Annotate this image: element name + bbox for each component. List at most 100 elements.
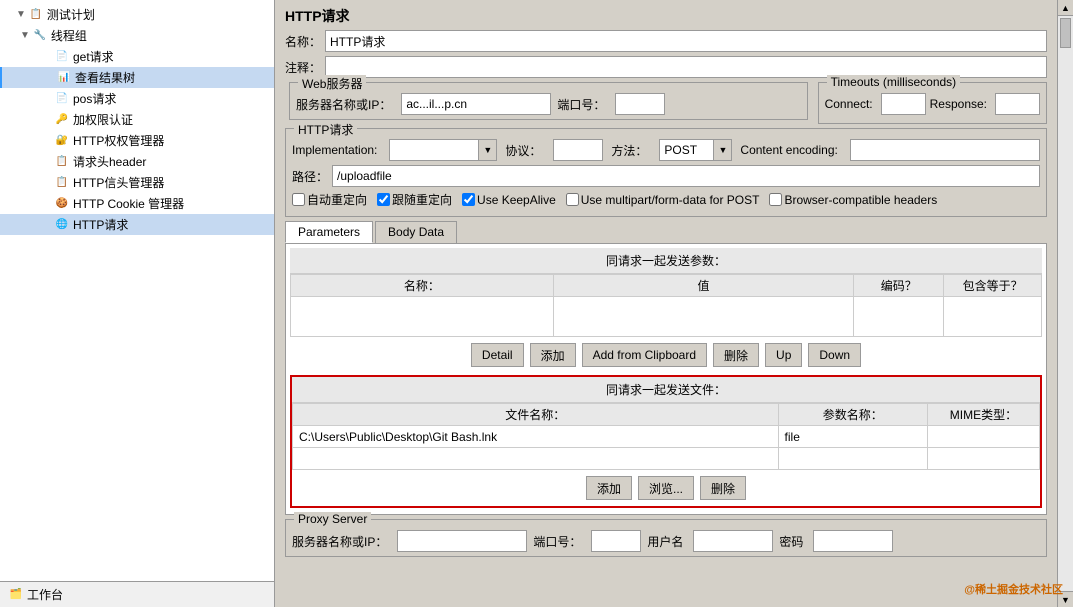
tab-parameters[interactable]: Parameters (285, 221, 373, 243)
value-col-header: 值 (553, 275, 853, 297)
sidebar-item-label: HTTP Cookie 管理器 (73, 195, 184, 212)
scroll-down-btn[interactable]: ▼ (1058, 591, 1073, 607)
multipart-checkbox[interactable] (566, 193, 579, 206)
file-row: C:\Users\Public\Desktop\Git Bash.lnk fil… (293, 426, 1040, 448)
file-name-cell[interactable]: C:\Users\Public\Desktop\Git Bash.lnk (293, 426, 779, 448)
follow-redirect-label: 跟随重定向 (392, 191, 452, 208)
down-button[interactable]: Down (808, 343, 861, 367)
proxy-server-input[interactable] (397, 530, 527, 552)
delete-param-button[interactable]: 删除 (713, 343, 759, 367)
server-name-label: 服务器名称或IP： (296, 96, 391, 113)
file-mime-cell[interactable] (927, 426, 1039, 448)
protocol-combo[interactable] (553, 139, 603, 161)
sidebar-item-http-header-mgr[interactable]: 📋 HTTP信头管理器 (0, 172, 274, 193)
delete-file-button[interactable]: 删除 (700, 476, 746, 500)
sidebar-item-label: 测试计划 (47, 6, 95, 23)
method-combo[interactable]: ▼ (659, 139, 732, 161)
http-request-section: HTTP请求 Implementation: ▼ 协议： 方法： (285, 128, 1047, 217)
detail-button[interactable]: Detail (471, 343, 524, 367)
method-dropdown-btn[interactable]: ▼ (714, 139, 732, 161)
file-name-cell-empty[interactable] (293, 448, 779, 470)
sidebar-item-thread-group[interactable]: ▼ 🔧 线程组 (0, 25, 274, 46)
sidebar-item-results-tree[interactable]: 📊 查看结果树 (0, 67, 274, 88)
params-table: 名称： 值 编码？ 包含等于？ (290, 274, 1042, 337)
param-value-cell[interactable] (553, 297, 853, 337)
sidebar-item-test-plan[interactable]: ▼ 📋 测试计划 (0, 4, 274, 25)
browser-headers-checkbox[interactable] (769, 193, 782, 206)
up-button[interactable]: Up (765, 343, 802, 367)
response-input[interactable] (995, 93, 1040, 115)
connect-label: Connect: (825, 97, 873, 111)
proxy-port-input[interactable] (591, 530, 641, 552)
protocol-input[interactable] (553, 139, 603, 161)
checkbox-row: 自动重定向 跟随重定向 Use KeepAlive Use multi (292, 191, 1040, 208)
proxy-password-input[interactable] (813, 530, 893, 552)
impl-row: Implementation: ▼ 协议： 方法： ▼ (292, 139, 1040, 161)
tab-body-data[interactable]: Body Data (375, 221, 457, 243)
workbench[interactable]: 🗂️ 工作台 (0, 581, 274, 607)
proxy-username-input[interactable] (693, 530, 773, 552)
sidebar-item-label: HTTP请求 (73, 216, 128, 233)
params-section: 同请求一起发送参数： 名称： 值 编码？ 包含等于？ (290, 248, 1042, 373)
auto-redirect-check[interactable]: 自动重定向 (292, 191, 367, 208)
param-encode-cell[interactable] (854, 297, 944, 337)
proxy-row: 服务器名称或IP： 端口号： 用户名 密码 (292, 530, 1040, 552)
http-icon: 🌐 (54, 217, 70, 233)
follow-redirect-checkbox[interactable] (377, 193, 390, 206)
file-mime-cell-empty[interactable] (927, 448, 1039, 470)
name-label: 名称： (285, 33, 321, 50)
impl-dropdown-btn[interactable]: ▼ (479, 139, 497, 161)
server-name-input[interactable] (401, 93, 551, 115)
scroll-track[interactable] (1058, 16, 1073, 591)
filename-col-header: 文件名称： (293, 404, 779, 426)
method-label: 方法： (611, 142, 647, 159)
impl-input[interactable] (389, 139, 479, 161)
sidebar-item-pos-request[interactable]: 📄 pos请求 (0, 88, 274, 109)
keepalive-check[interactable]: Use KeepAlive (462, 193, 556, 207)
file-param-cell-empty[interactable] (778, 448, 927, 470)
impl-combo[interactable]: ▼ (389, 139, 497, 161)
params-btn-row: Detail 添加 Add from Clipboard 删除 Up Down (290, 337, 1042, 373)
scroll-thumb[interactable] (1060, 18, 1071, 48)
expand-icon: ▼ (20, 30, 30, 41)
add-param-button[interactable]: 添加 (530, 343, 576, 367)
add-clipboard-button[interactable]: Add from Clipboard (582, 343, 707, 367)
multipart-check[interactable]: Use multipart/form-data for POST (566, 193, 760, 207)
param-name-cell[interactable] (291, 297, 554, 337)
param-include-cell[interactable] (944, 297, 1042, 337)
key-icon: 🔑 (54, 112, 70, 128)
table-row (291, 297, 1042, 337)
file-param-cell[interactable]: file (778, 426, 927, 448)
scrollbar-area[interactable]: ▲ ▼ (1057, 0, 1073, 607)
add-file-button[interactable]: 添加 (586, 476, 632, 500)
web-server-legend: Web服务器 (298, 75, 366, 92)
port-input[interactable] (615, 93, 665, 115)
sidebar-item-label: 线程组 (51, 27, 87, 44)
files-send-label: 同请求一起发送文件： (292, 377, 1040, 403)
sidebar-item-get-request[interactable]: 📄 get请求 (0, 46, 274, 67)
sidebar-item-auth[interactable]: 🔑 加权限认证 (0, 109, 274, 130)
sidebar-item-request-header[interactable]: 📋 请求头header (0, 151, 274, 172)
encoding-input[interactable] (850, 139, 1040, 161)
path-row: 路径： (292, 165, 1040, 187)
keepalive-checkbox[interactable] (462, 193, 475, 206)
follow-redirect-check[interactable]: 跟随重定向 (377, 191, 452, 208)
path-input[interactable] (332, 165, 1040, 187)
sidebar-item-http-auth-mgr[interactable]: 🔐 HTTP权权管理器 (0, 130, 274, 151)
sidebar-tree: ▼ 📋 测试计划 ▼ 🔧 线程组 📄 get请求 📊 查看结果树 📄 pos请求… (0, 0, 274, 581)
scroll-up-btn[interactable]: ▲ (1058, 0, 1073, 16)
sidebar-item-http-cookie-mgr[interactable]: 🍪 HTTP Cookie 管理器 (0, 193, 274, 214)
sidebar-item-label: 加权限认证 (73, 111, 133, 128)
auto-redirect-checkbox[interactable] (292, 193, 305, 206)
sidebar-item-http-request[interactable]: 🌐 HTTP请求 (0, 214, 274, 235)
name-input[interactable] (325, 30, 1047, 52)
connect-input[interactable] (881, 93, 926, 115)
browser-headers-check[interactable]: Browser-compatible headers (769, 193, 937, 207)
test-plan-icon: 📋 (28, 7, 44, 23)
method-input[interactable] (659, 139, 714, 161)
browse-button[interactable]: 浏览... (638, 476, 694, 500)
protocol-label: 协议： (505, 142, 541, 159)
tabs-container: Parameters Body Data 同请求一起发送参数： 名称： (285, 221, 1047, 515)
scrollable-area[interactable]: 名称： 注释： Web服务器 服务器名称或IP： 端口号： (275, 30, 1057, 607)
header-mgr-icon: 📋 (54, 175, 70, 191)
